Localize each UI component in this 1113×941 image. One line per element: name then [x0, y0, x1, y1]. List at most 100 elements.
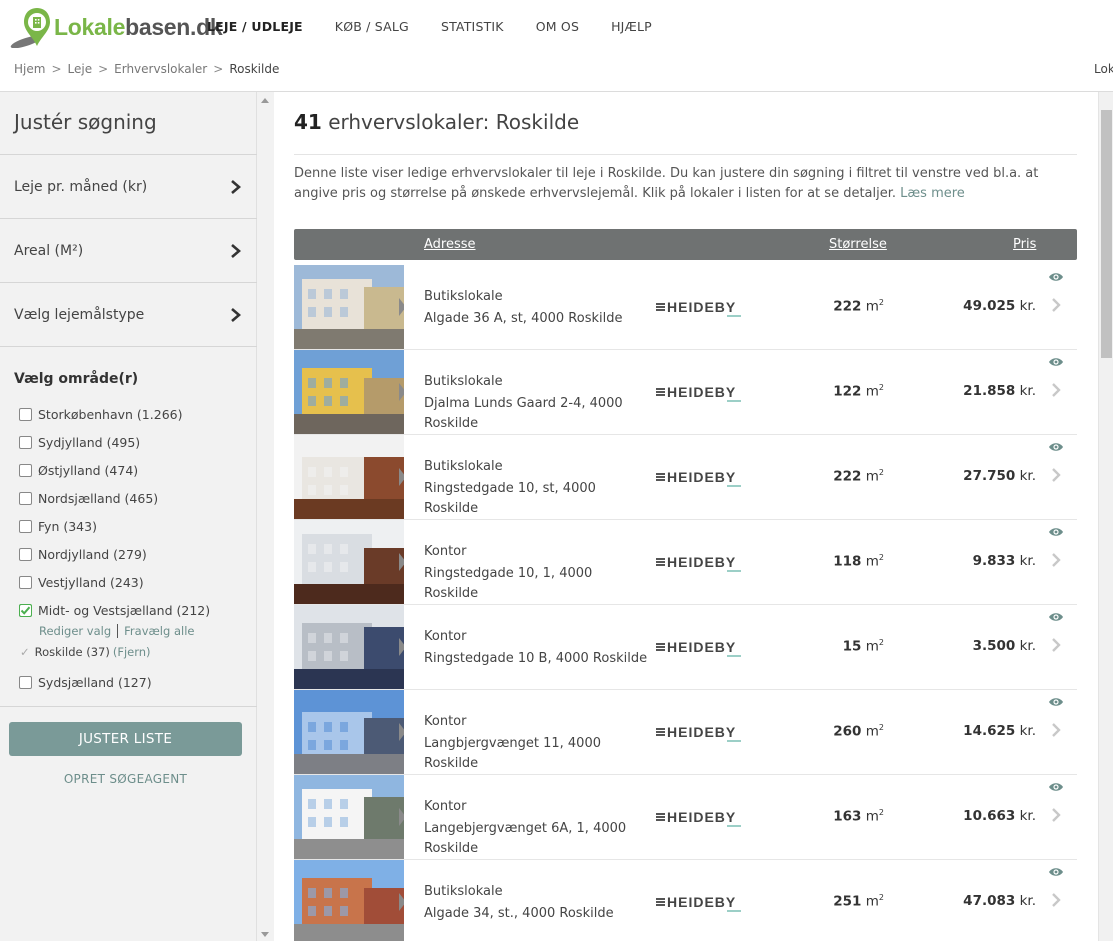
sort-address[interactable]: Adresse — [424, 237, 476, 252]
listing-type: Kontor — [424, 714, 467, 729]
area-label: Storkøbenhavn (1.266) — [38, 406, 183, 422]
chevron-right-icon[interactable] — [1051, 808, 1061, 822]
site-logo[interactable]: Lokalebasen.dk — [8, 6, 223, 48]
area-option[interactable]: Nordsjælland (465) — [19, 489, 158, 507]
listing-row[interactable]: Kontor Ringstedgade 10, 1, 4000 Roskilde H… — [294, 520, 1077, 605]
area-option[interactable]: Sydjylland (495) — [19, 433, 140, 451]
listing-row[interactable]: Butikslokale Algade 36 A, st, 4000 Roskil… — [294, 265, 1077, 350]
filter-label: Leje pr. måned (kr) — [14, 179, 148, 195]
checkbox[interactable] — [19, 547, 32, 561]
eye-icon[interactable] — [1048, 271, 1064, 283]
area-option[interactable]: Storkøbenhavn (1.266) — [19, 405, 182, 423]
listing-row[interactable]: Kontor Ringstedgade 10 B, 4000 Roskilde HE… — [294, 605, 1077, 690]
listing-row[interactable]: Kontor Langbjergvænget 11, 4000 Roskilde H… — [294, 690, 1077, 775]
sort-price[interactable]: Pris — [1013, 237, 1036, 252]
landlord-name-text: HEIDEBY — [667, 299, 737, 315]
nav-item[interactable]: STATISTIK — [441, 18, 504, 36]
checkbox[interactable] — [19, 575, 32, 589]
listing-thumbnail[interactable] — [294, 265, 404, 349]
check-mark-icon: ✓ — [20, 645, 30, 659]
chevron-right-icon[interactable] — [1051, 298, 1061, 312]
main-scrollbar[interactable] — [1098, 92, 1113, 941]
eye-icon[interactable] — [1048, 441, 1064, 453]
checkbox[interactable] — [19, 675, 32, 689]
checkbox[interactable] — [19, 407, 32, 421]
breadcrumb-link[interactable]: Hjem — [14, 62, 45, 76]
area-option[interactable]: Sydsjælland (127) — [19, 673, 152, 691]
eye-icon[interactable] — [1048, 356, 1064, 368]
listing-thumbnail[interactable] — [294, 435, 404, 519]
chevron-right-icon[interactable] — [1051, 638, 1061, 652]
landlord-name: HEIDEBY — [667, 299, 741, 317]
listing-row[interactable]: Kontor Langebjergvænget 6A, 1, 4000 Roski… — [294, 775, 1077, 860]
checkbox[interactable] — [19, 491, 32, 505]
chevron-right-icon[interactable] — [1051, 553, 1061, 567]
size-value: 163 — [833, 808, 862, 825]
sidebar-scrollbar[interactable] — [257, 92, 274, 941]
nav-item[interactable]: HJÆLP — [611, 18, 652, 36]
create-search-agent-link[interactable]: OPRET SØGEAGENT — [0, 772, 251, 786]
filter-toggle[interactable]: Leje pr. måned (kr) — [0, 155, 257, 219]
chevron-right-icon — [231, 244, 241, 258]
eye-icon[interactable] — [1048, 526, 1064, 538]
listing-thumbnail[interactable] — [294, 605, 404, 689]
checkbox[interactable] — [19, 463, 32, 477]
chevron-right-icon[interactable] — [1051, 893, 1061, 907]
header-right-link[interactable]: Lok — [1094, 62, 1113, 76]
nav-item[interactable]: LEJE / UDLEJE — [207, 18, 303, 36]
eye-icon[interactable] — [1048, 866, 1064, 878]
edit-selection-link[interactable]: Rediger valg — [39, 624, 111, 638]
price-value: 9.833 — [972, 553, 1016, 569]
landlord-underline — [727, 485, 741, 487]
listing-row[interactable]: Butikslokale Ringstedgade 10, st, 4000 Ro… — [294, 435, 1077, 520]
price-unit: kr. — [1019, 553, 1036, 569]
checkbox[interactable] — [19, 519, 32, 533]
chevron-right-icon[interactable] — [1051, 383, 1061, 397]
scroll-up-icon[interactable] — [261, 98, 269, 103]
checkbox[interactable] — [19, 603, 32, 617]
adjust-list-button[interactable]: JUSTER LISTE — [9, 722, 242, 756]
listing-row[interactable]: Butikslokale Djalma Lunds Gaard 2-4, 4000… — [294, 350, 1077, 435]
nav-item[interactable]: OM OS — [536, 18, 579, 36]
area-option[interactable]: Nordjylland (279) — [19, 545, 147, 563]
price-unit: kr. — [1019, 383, 1036, 399]
sort-size[interactable]: Størrelse — [829, 237, 887, 252]
read-more-link[interactable]: Læs mere — [900, 186, 965, 201]
breadcrumb-link[interactable]: Erhvervslokaler — [114, 62, 207, 76]
listing-price: 49.025 kr. — [914, 298, 1036, 314]
filter-toggle[interactable]: Areal (M²) — [0, 219, 257, 283]
area-option[interactable]: Vestjylland (243) — [19, 573, 144, 591]
breadcrumb-link[interactable]: Leje — [68, 62, 93, 76]
area-label: Nordsjælland (465) — [38, 490, 159, 506]
landlord-underline — [727, 740, 741, 742]
listing-thumbnail[interactable] — [294, 350, 404, 434]
listing-thumbnail[interactable] — [294, 690, 404, 774]
eye-icon[interactable] — [1048, 781, 1064, 793]
thumbnail-arrow-icon — [399, 638, 404, 656]
remove-subarea-link[interactable]: (Fjern) — [113, 645, 151, 659]
breadcrumb-separator: > — [98, 62, 109, 76]
listing-thumbnail[interactable] — [294, 860, 404, 941]
landlord-mark-icon — [656, 557, 665, 567]
listing-address: Langebjergvænget 6A, 1, 4000 Roskilde — [424, 821, 627, 856]
location-pin-icon — [10, 8, 50, 48]
filter-toggle[interactable]: Vælg lejemålstype — [0, 283, 257, 347]
chevron-right-icon[interactable] — [1051, 723, 1061, 737]
price-unit: kr. — [1019, 723, 1036, 739]
listing-thumbnail[interactable] — [294, 520, 404, 604]
listing-thumbnail[interactable] — [294, 775, 404, 859]
eye-icon[interactable] — [1048, 696, 1064, 708]
chevron-right-icon[interactable] — [1051, 468, 1061, 482]
area-option[interactable]: Midt- og Vestsjælland (212) — [19, 601, 210, 619]
eye-icon[interactable] — [1048, 611, 1064, 623]
deselect-all-link[interactable]: Fravælg alle — [124, 624, 194, 638]
scrollbar-thumb[interactable] — [1101, 110, 1112, 358]
listing-price: 9.833 kr. — [914, 553, 1036, 569]
scroll-down-icon[interactable] — [261, 932, 269, 937]
listing-row[interactable]: Butikslokale Algade 34, st., 4000 Roskild… — [294, 860, 1077, 941]
checkbox[interactable] — [19, 435, 32, 449]
nav-item[interactable]: KØB / SALG — [335, 18, 409, 36]
listing-type: Butikslokale — [424, 289, 503, 304]
area-option[interactable]: Fyn (343) — [19, 517, 97, 535]
area-option[interactable]: Østjylland (474) — [19, 461, 138, 479]
